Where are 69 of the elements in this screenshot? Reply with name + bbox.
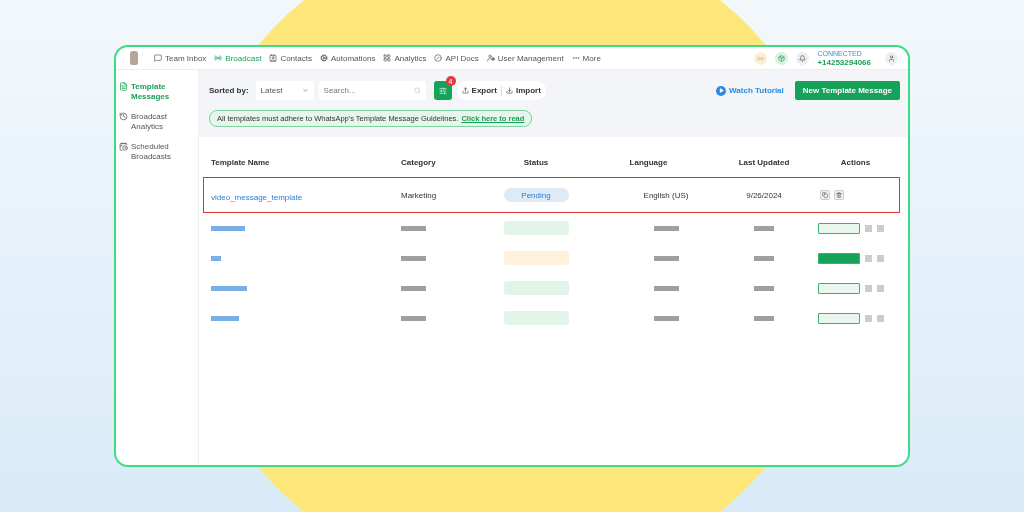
blurred-name bbox=[211, 315, 239, 321]
column-header: Category bbox=[401, 157, 437, 167]
user-icon[interactable] bbox=[885, 51, 898, 65]
blurred-date bbox=[754, 315, 774, 321]
blurred-date bbox=[754, 285, 774, 291]
export-button[interactable]: Export bbox=[461, 86, 497, 95]
filter-button[interactable] bbox=[433, 81, 452, 100]
nav-item[interactable]: Broadcast bbox=[214, 53, 262, 63]
import-button[interactable]: Import bbox=[505, 86, 541, 95]
nav-item[interactable]: Analytics bbox=[383, 53, 427, 63]
history-icon bbox=[119, 112, 128, 121]
language-cell-text: English (US) bbox=[642, 190, 690, 200]
more-icon bbox=[571, 54, 580, 62]
user-gear-icon bbox=[486, 54, 495, 62]
blurred-category bbox=[401, 285, 426, 291]
blurred-language bbox=[653, 285, 679, 291]
blurred-category bbox=[401, 255, 426, 261]
sort-label: Sorted by: bbox=[209, 86, 249, 95]
template-name-link[interactable]: video_message_template bbox=[211, 193, 303, 202]
chat-icon bbox=[154, 54, 162, 62]
package-icon[interactable] bbox=[775, 51, 789, 65]
gear-icon bbox=[319, 54, 328, 62]
search-field[interactable]: Search... bbox=[318, 81, 426, 100]
calendar-icon bbox=[119, 142, 128, 151]
nav-item[interactable]: API Docs bbox=[434, 53, 479, 63]
bell-icon[interactable] bbox=[796, 51, 810, 65]
nav-item[interactable]: More bbox=[571, 53, 601, 63]
sidebar-item[interactable]: Template Messages bbox=[119, 82, 197, 102]
chevron-down-icon bbox=[301, 87, 309, 94]
contact-card-icon bbox=[269, 54, 278, 62]
column-header: Template Name bbox=[211, 157, 271, 167]
column-header: Language bbox=[628, 157, 669, 167]
category-cell-text: Marketing bbox=[401, 190, 438, 200]
download-icon bbox=[505, 87, 513, 94]
blurred-language bbox=[653, 315, 679, 321]
blurred-language bbox=[653, 225, 679, 231]
column-header: Last Updated bbox=[737, 157, 791, 167]
column-header: Actions bbox=[839, 157, 872, 167]
date-cell-text: 9/26/2024 bbox=[745, 190, 783, 200]
blurred-name bbox=[211, 225, 245, 231]
play-icon bbox=[716, 85, 727, 96]
infinity-icon[interactable] bbox=[754, 51, 768, 65]
upload-icon bbox=[461, 87, 469, 94]
delete-button[interactable] bbox=[834, 190, 844, 200]
slash-circle-icon bbox=[434, 54, 443, 62]
sidebar-item[interactable]: Broadcast Analytics bbox=[119, 112, 197, 132]
nav-item[interactable]: User Management bbox=[486, 53, 564, 63]
nav-item[interactable]: Team Inbox bbox=[154, 53, 207, 63]
document-icon bbox=[119, 82, 128, 91]
grid-icon bbox=[383, 54, 392, 62]
sort-dropdown[interactable]: Latest bbox=[255, 81, 314, 100]
blurred-category bbox=[401, 315, 426, 321]
status-pill: Pending bbox=[503, 188, 569, 202]
blurred-language bbox=[653, 255, 679, 261]
blurred-name bbox=[211, 255, 221, 261]
blurred-date bbox=[754, 225, 774, 231]
blurred-date bbox=[754, 255, 774, 261]
logo-icon bbox=[130, 51, 138, 65]
phone-number: +14253294066 bbox=[817, 57, 871, 67]
blurred-category bbox=[401, 225, 426, 231]
nav-item[interactable]: Automations bbox=[319, 53, 376, 63]
nav-item[interactable]: Contacts bbox=[269, 53, 312, 63]
sliders-icon bbox=[438, 86, 447, 95]
blurred-name bbox=[211, 285, 247, 291]
broadcast-icon bbox=[214, 54, 223, 62]
sidebar-item[interactable]: Scheduled Broadcasts bbox=[119, 142, 197, 162]
search-icon bbox=[413, 87, 421, 94]
column-header: Status bbox=[522, 157, 550, 167]
copy-button[interactable] bbox=[820, 190, 830, 200]
